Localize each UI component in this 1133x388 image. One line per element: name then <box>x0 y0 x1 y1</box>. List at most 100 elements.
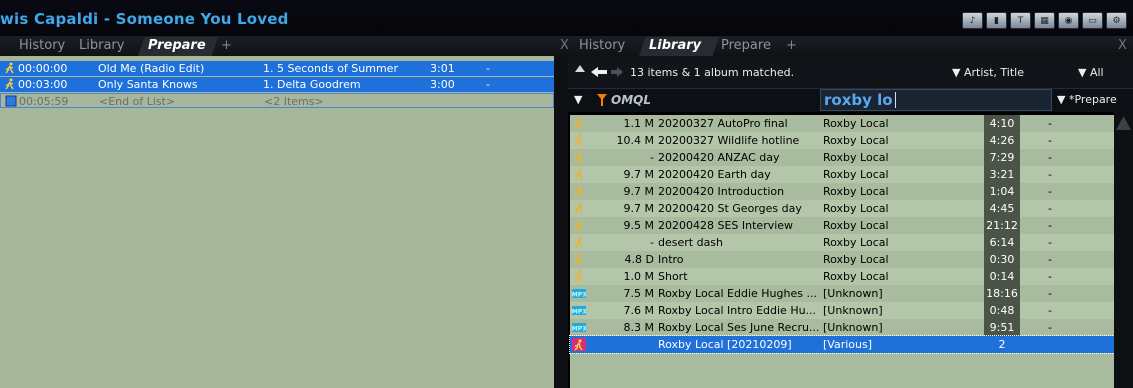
duration-cell: 21:12 <box>986 219 1018 232</box>
library-row[interactable]: 1.1 M 20200327 AutoPro final Roxby Local - 4… <box>570 115 1114 132</box>
close-right-button[interactable]: X <box>1118 38 1127 53</box>
running-man-icon <box>574 202 583 215</box>
library-row[interactable]: MP3 7.6 M Roxby Local Intro Eddie Hu... [Un… <box>570 302 1114 319</box>
album-icon <box>572 338 586 351</box>
library-row[interactable]: -20200420 ANZAC day Roxby Local -7:29 <box>570 149 1114 166</box>
svg-text:MP3: MP3 <box>572 309 586 316</box>
text-icon[interactable]: T <box>1010 12 1031 29</box>
library-row[interactable]: 9.5 M 20200428 SES Interview Roxby Local - 2… <box>570 217 1114 234</box>
panel-divider[interactable] <box>554 56 568 388</box>
library-row[interactable]: 10.4 M 20200327 Wildlife hotline Roxby Loc… <box>570 132 1114 149</box>
artist-cell: Roxby Local <box>823 117 889 130</box>
up-arrow-icon[interactable] <box>574 64 586 78</box>
artist-cell: Roxby Local <box>823 185 889 198</box>
add-tab-button-right[interactable]: + <box>786 38 797 53</box>
results-scrollbar[interactable] <box>1114 112 1133 388</box>
title-cell: desert dash <box>658 236 724 249</box>
playlist-row[interactable]: 00:03:00 Only Santa Knows 1. Delta Goodr… <box>0 77 554 92</box>
playlist-row[interactable]: 00:00:00 Old Me (Radio Edit) 1. 5 Second… <box>0 61 554 76</box>
chevron-down-icon: ▼ <box>1078 66 1087 79</box>
library-row[interactable]: 9.7 M 20200420 St Georges day Roxby Local -… <box>570 200 1114 217</box>
search-input[interactable]: roxby lo <box>820 89 1052 111</box>
playlist-duration: 3:00 <box>430 78 455 91</box>
circle-icon[interactable]: ◉ <box>1058 12 1079 29</box>
album-row[interactable]: Roxby Local [20210209] [Various] 2 <box>569 335 1115 354</box>
artist-cell: [Unknown] <box>823 304 883 317</box>
duration-cell: 9:51 <box>989 321 1015 334</box>
title-cell: 20200420 St Georges day <box>658 202 802 215</box>
tab-prepare-left[interactable]: Prepare <box>148 38 206 53</box>
playlist-time: 00:03:00 <box>18 78 68 91</box>
extra-cell: - <box>1048 185 1052 198</box>
tab-history-right[interactable]: History <box>579 38 625 53</box>
match-status: 13 items & 1 album matched. <box>630 66 795 79</box>
artist-cell: Roxby Local <box>823 270 889 283</box>
duration-cell: 1:04 <box>989 185 1015 198</box>
playlist-artist: <2 Items> <box>264 95 324 108</box>
library-row[interactable]: 1.0 M Short Roxby Local - 0:14 <box>570 268 1114 285</box>
tab-history-left[interactable]: History <box>19 38 65 53</box>
duration-cell: 4:45 <box>989 202 1015 215</box>
running-man-icon <box>574 117 583 130</box>
settings-icon[interactable]: ⚙ <box>1106 12 1127 29</box>
mp3-file-icon: MP3 <box>572 323 586 333</box>
library-row[interactable]: MP3 7.5 M Roxby Local Eddie Hughes ... [Unk… <box>570 285 1114 302</box>
title-cell: 20200327 AutoPro final <box>658 117 788 130</box>
size-cell: 4.8 D <box>624 253 654 266</box>
playlist-title: Only Santa Knows <box>98 78 198 91</box>
grid-icon[interactable]: ▦ <box>1034 12 1055 29</box>
title-cell: Roxby Local Eddie Hughes ... <box>658 287 817 300</box>
sort-dropdown[interactable]: ▼ Artist, Title <box>952 66 1024 79</box>
title-cell: 20200428 SES Interview <box>658 219 794 232</box>
duration-cell: 6:14 <box>989 236 1015 249</box>
filter-dropdown[interactable]: ▼ All <box>1078 66 1104 79</box>
extra-cell: - <box>1048 202 1052 215</box>
duration-cell: 0:48 <box>989 304 1015 317</box>
playlist-time: 00:00:00 <box>18 62 68 75</box>
end-of-list-row[interactable]: 00:05:59 <End of List> <2 Items> <box>0 93 554 108</box>
duration-cell: 0:30 <box>989 253 1015 266</box>
extra-cell: - <box>1048 287 1052 300</box>
query-type-selector[interactable]: OMQL <box>593 90 813 110</box>
playlist-extra: - <box>486 62 490 75</box>
title-cell: Intro <box>658 253 684 266</box>
tab-library-right[interactable]: Library <box>649 38 701 53</box>
tab-library-left[interactable]: Library <box>79 38 124 53</box>
back-arrow-icon[interactable] <box>590 66 608 78</box>
artist-cell: Roxby Local <box>823 151 889 164</box>
duration-cell: 4:26 <box>989 134 1015 147</box>
size-cell: 9.7 M <box>623 168 654 181</box>
artist-cell: Roxby Local <box>823 219 889 232</box>
target-dropdown[interactable]: ▼ *Prepare <box>1057 93 1117 106</box>
speaker-icon[interactable]: ♪ <box>962 12 983 29</box>
duration-cell: 0:14 <box>989 270 1015 283</box>
tab-prepare-right[interactable]: Prepare <box>721 38 771 53</box>
sign-icon[interactable]: ▮ <box>986 12 1007 29</box>
search-value: roxby lo <box>824 91 893 109</box>
playlist-duration: 3:01 <box>430 62 455 75</box>
forward-arrow-icon[interactable] <box>610 66 624 78</box>
artist-cell: Roxby Local <box>823 202 889 215</box>
running-man-icon <box>574 219 583 232</box>
prepare-playlist-panel: 00:00:00 Old Me (Radio Edit) 1. 5 Second… <box>0 56 554 388</box>
running-man-icon <box>574 134 583 147</box>
close-panel-button[interactable]: X <box>560 38 569 53</box>
title-cell: 20200420 ANZAC day <box>658 151 780 164</box>
artist-cell: Roxby Local <box>823 253 889 266</box>
library-row[interactable]: 9.7 M 20200420 Earth day Roxby Local - 3:21 <box>570 166 1114 183</box>
chevron-down-icon: ▼ <box>952 66 961 79</box>
library-row[interactable]: 4.8 D Intro Roxby Local - 0:30 <box>570 251 1114 268</box>
extra-cell: - <box>1048 253 1052 266</box>
chevron-down-icon[interactable]: ▼ <box>574 93 582 106</box>
extra-cell: - <box>1048 321 1052 334</box>
svg-text:MP3: MP3 <box>572 326 586 333</box>
monitor-icon[interactable]: ▭ <box>1082 12 1103 29</box>
library-row[interactable]: MP3 8.3 M Roxby Local Ses June Recru... [Un… <box>570 319 1114 336</box>
size-cell: 7.5 M <box>623 287 654 300</box>
library-row[interactable]: 9.7 M 20200420 Introduction Roxby Local - 1:… <box>570 183 1114 200</box>
size-cell: - <box>650 151 654 164</box>
add-tab-button-left[interactable]: + <box>221 38 232 53</box>
library-row[interactable]: - desert dash Roxby Local -6:14 <box>570 234 1114 251</box>
playlist-title: Old Me (Radio Edit) <box>98 62 205 75</box>
scroll-up-icon[interactable] <box>1116 116 1131 130</box>
